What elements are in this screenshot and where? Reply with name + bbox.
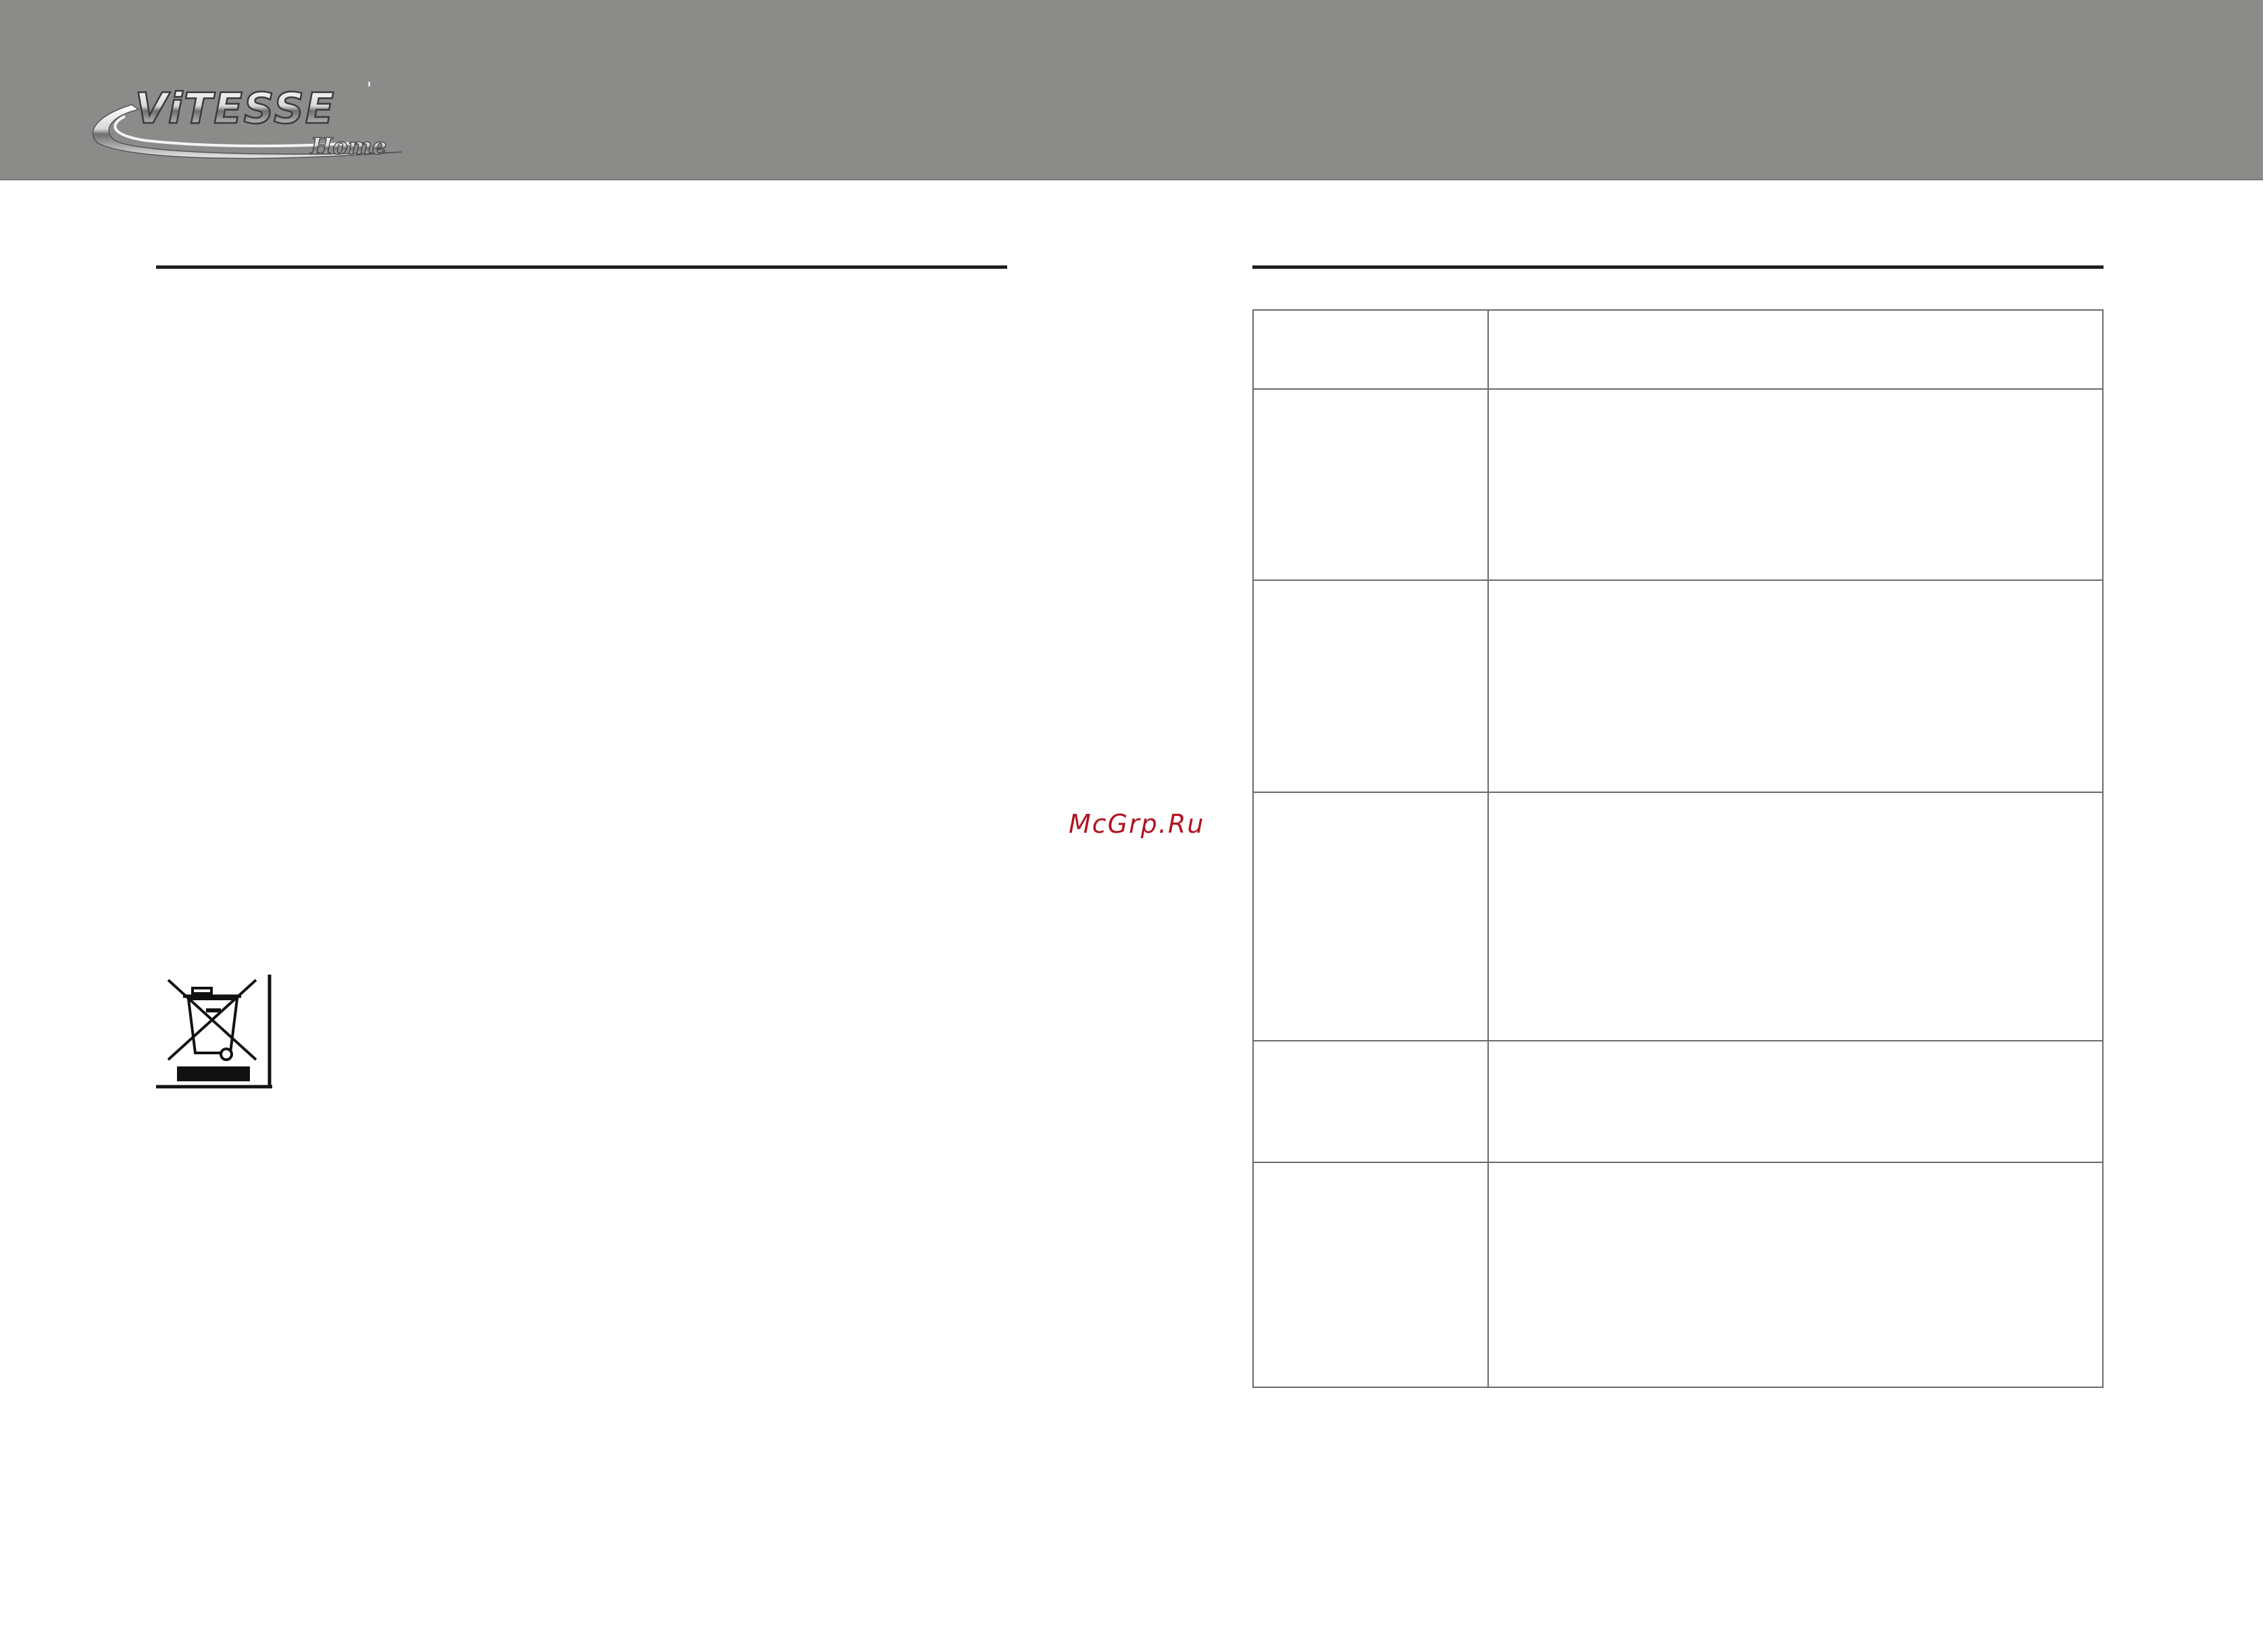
spec-table xyxy=(1252,309,2104,1388)
logo-subtext: Home xyxy=(310,133,386,160)
table-cell-text xyxy=(1487,792,2104,1041)
vitesse-home-logo: ViTESSE ' Home xyxy=(92,79,403,161)
svg-text:': ' xyxy=(367,79,372,99)
table-cell-text xyxy=(1487,309,2104,390)
table-row xyxy=(1252,1040,2104,1163)
table-row xyxy=(1252,388,2104,581)
crossed-out-wheelie-bin-icon xyxy=(155,973,274,1089)
table-row xyxy=(1252,579,2104,793)
table-row xyxy=(1252,309,2104,390)
page-header: ViTESSE ' Home xyxy=(0,0,2263,180)
table-cell-text xyxy=(1487,1040,2104,1163)
table-cell-text xyxy=(1487,388,2104,581)
table-cell-label xyxy=(1252,309,1489,390)
watermark: McGrp.Ru xyxy=(1069,809,1205,839)
right-column-rule xyxy=(1252,265,2104,269)
table-cell-label xyxy=(1252,579,1489,793)
table-row xyxy=(1252,792,2104,1041)
table-cell-label xyxy=(1252,388,1489,581)
table-cell-label xyxy=(1252,792,1489,1041)
logo-text: ViTESSE xyxy=(135,84,335,133)
table-cell-text xyxy=(1487,1162,2104,1388)
table-cell-text xyxy=(1487,579,2104,793)
table-row xyxy=(1252,1162,2104,1388)
left-column-rule xyxy=(156,265,1007,269)
table-cell-label xyxy=(1252,1040,1489,1163)
table-cell-label xyxy=(1252,1162,1489,1388)
